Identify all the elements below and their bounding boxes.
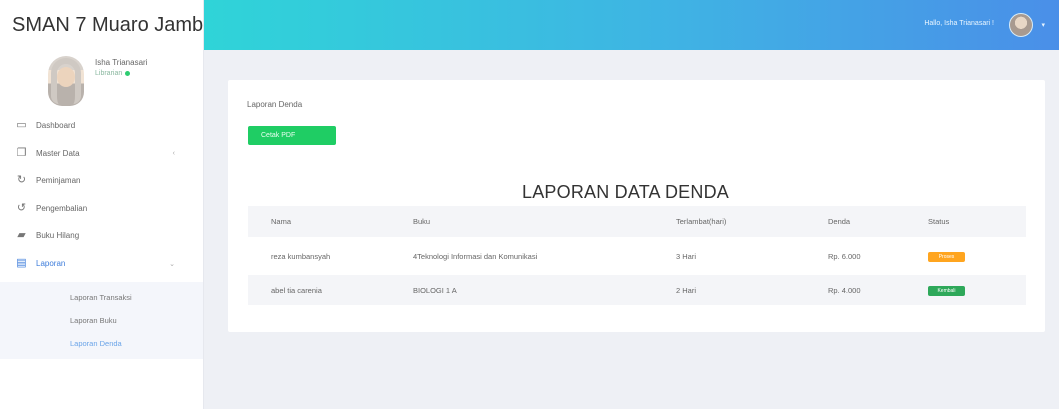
cell-terlambat: 3 Hari (676, 251, 697, 261)
column-header-terlambat: Terlambat(hari) (676, 217, 727, 226)
sidebar-item-master-data[interactable]: ❐ Master Data ‹ (0, 140, 203, 168)
cell-buku: 4Teknologi Informasi dan Komunikasi (413, 251, 538, 261)
sidebar-item-laporan[interactable]: ▤ Laporan ⌄ (0, 250, 203, 278)
table-row: reza kumbansyah 4Teknologi Informasi dan… (248, 237, 1026, 275)
report-title: LAPORAN DATA DENDA (522, 182, 729, 202)
status-badge: Kembali (928, 285, 965, 296)
chevron-down-icon[interactable]: ▾ (1041, 21, 1045, 29)
book-icon: ▰ (17, 229, 26, 241)
column-header-status: Status (928, 217, 950, 226)
header-avatar[interactable] (1009, 13, 1033, 37)
table-header-row: Nama Buku Terlambat(hari) Denda Status (248, 206, 1026, 237)
sidebar-menu: ▭ Dashboard ❐ Master Data ‹ ↻ Peminjaman… (0, 112, 203, 277)
sidebar: SMAN 7 Muaro Jambi Isha Trianasari Libra… (0, 0, 208, 409)
chevron-down-icon: ⌄ (169, 260, 175, 268)
cell-nama: abel tia carenia (271, 285, 322, 295)
user-name: Isha Trianasari (95, 58, 148, 67)
sidebar-item-pengembalian[interactable]: ↺ Pengembalian (0, 195, 203, 223)
cell-status: Proses (928, 237, 1026, 275)
sidebar-item-label: Master Data (36, 148, 80, 158)
table-icon: ▤ (16, 256, 27, 269)
column-header-buku: Buku (413, 217, 431, 226)
submenu-laporan-transaksi[interactable]: Laporan Transaksi (0, 286, 203, 309)
sidebar-item-label: Buku Hilang (36, 231, 80, 241)
sidebar-item-label: Pengembalian (36, 203, 88, 213)
fines-table: Nama Buku Terlambat(hari) Denda Status r… (248, 206, 1026, 305)
print-pdf-button[interactable]: Cetak PDF (248, 126, 336, 145)
top-header: Hallo, Isha Trianasari ! ▾ (204, 0, 1059, 50)
cell-nama: reza kumbansyah (271, 251, 331, 261)
online-dot-icon (125, 70, 131, 76)
card-title: Laporan Denda (247, 100, 303, 109)
avatar (48, 56, 84, 106)
sidebar-item-peminjaman[interactable]: ↻ Peminjaman (0, 167, 203, 195)
sidebar-item-label: Laporan (36, 258, 66, 268)
sidebar-item-label: Dashboard (36, 121, 76, 131)
cell-denda: Rp. 6.000 (828, 251, 861, 261)
user-panel: Isha Trianasari Librarian (0, 50, 203, 112)
column-header-denda: Denda (828, 217, 851, 226)
table-row: abel tia carenia BIOLOGI 1 A 2 Hari Rp. … (248, 275, 1026, 305)
cell-terlambat: 2 Hari (676, 285, 697, 295)
monitor-icon: ▭ (16, 119, 27, 131)
cell-status: Kembali (928, 275, 1026, 305)
sidebar-item-dashboard[interactable]: ▭ Dashboard (0, 112, 203, 140)
copy-icon: ❐ (16, 146, 27, 159)
chevron-left-icon: ‹ (172, 149, 175, 157)
sidebar-item-buku-hilang[interactable]: ▰ Buku Hilang (0, 222, 203, 250)
redo-icon: ↻ (16, 174, 27, 186)
submenu-laporan-buku[interactable]: Laporan Buku (0, 309, 203, 332)
status-badge: Proses (928, 251, 965, 262)
user-status: Librarian (95, 70, 131, 77)
report-card: Laporan Denda Cetak PDF LAPORAN DATA DEN… (228, 80, 1045, 332)
cell-buku: BIOLOGI 1 A (413, 285, 457, 295)
undo-icon: ↺ (16, 201, 27, 214)
submenu-laporan-denda[interactable]: Laporan Denda (0, 332, 203, 355)
sidebar-item-label: Peminjaman (36, 176, 81, 186)
column-header-nama: Nama (271, 217, 292, 226)
user-greeting[interactable]: Hallo, Isha Trianasari ! (924, 20, 994, 27)
laporan-submenu: Laporan Transaksi Laporan Buku Laporan D… (0, 282, 203, 359)
app-title: SMAN 7 Muaro Jambi (12, 13, 208, 36)
cell-denda: Rp. 4.000 (828, 285, 861, 295)
